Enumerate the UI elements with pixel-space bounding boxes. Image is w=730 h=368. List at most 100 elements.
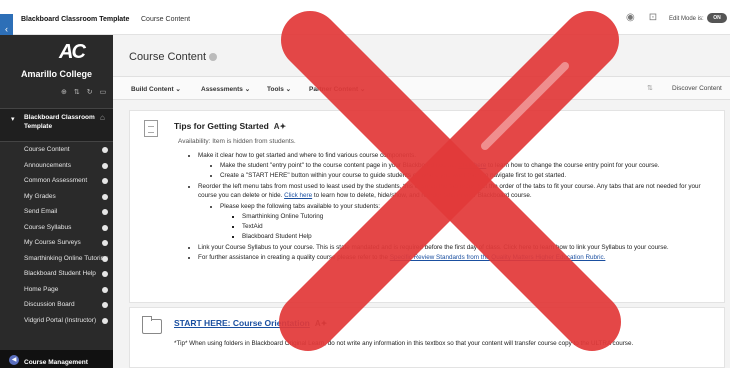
speaker-icon[interactable]: ◀ xyxy=(9,355,19,365)
sidebar-item-smarthinking[interactable]: Smarthinking Online Tutoring xyxy=(0,251,113,267)
content-area: Course Content Build Content ⌄ Assessmen… xyxy=(113,35,730,368)
bullet-text: Link your Course Syllabus to your course… xyxy=(198,243,669,251)
logo-mark: AC xyxy=(59,41,86,63)
sidebar-item-announcements[interactable]: Announcements xyxy=(0,158,113,174)
sidebar-item-label: Blackboard Student Help xyxy=(24,270,96,277)
item-status-icon xyxy=(102,240,108,246)
bullet-text: to learn how to change the course entry … xyxy=(488,162,660,170)
home-icon[interactable]: ⌂ xyxy=(100,113,105,122)
action-bar: Build Content ⌄ Assessments ⌄ Tools ⌄ Pa… xyxy=(113,76,730,100)
list-item: Create a "START HERE" button within your… xyxy=(220,171,715,180)
breadcrumb-course[interactable]: Blackboard Classroom Template xyxy=(21,16,129,23)
item-title[interactable]: START HERE: Course Orientation A✦ xyxy=(174,318,327,328)
sidebar-item-home-page[interactable]: Home Page xyxy=(0,282,113,298)
sidebar-item-my-grades[interactable]: My Grades xyxy=(0,189,113,205)
course-management[interactable]: ◀ Course Management xyxy=(0,350,113,368)
action-label: Tools xyxy=(267,86,284,93)
sidebar-item-label: Send Email xyxy=(24,208,58,215)
availability: Availability: Item is hidden from studen… xyxy=(178,138,296,145)
course-management-label: Course Management xyxy=(24,359,88,366)
item-status-icon xyxy=(102,302,108,308)
sidebar-item-label: Smarthinking Online Tutoring xyxy=(24,254,108,262)
item-title-text: START HERE: Course Orientation xyxy=(174,318,310,328)
course-menu: AC Amarillo College ⊕ ⇅ ↻ ▭ ▾ Blackboard… xyxy=(0,35,113,368)
content-item-tips: Tips for Getting Started A✦ Availability:… xyxy=(129,110,725,303)
list-item: Blackboard Student Help xyxy=(242,232,715,241)
tab-name: Blackboard Student Help xyxy=(242,233,312,241)
sidebar-item-my-course-surveys[interactable]: My Course Surveys xyxy=(0,235,113,251)
college-logo: AC Amarillo College xyxy=(0,35,113,85)
sidebar-item-send-email[interactable]: Send Email xyxy=(0,204,113,220)
availability-label: Availability: xyxy=(178,138,211,145)
info-icon[interactable] xyxy=(209,53,218,62)
page-title: Course Content xyxy=(129,51,218,63)
tab-name: Smarthinking Online Tutoring xyxy=(242,213,324,221)
list-item: TextAid xyxy=(242,222,715,231)
item-status-icon xyxy=(102,178,108,184)
breadcrumb-page[interactable]: Course Content xyxy=(141,16,190,23)
list-item: Link your Course Syllabus to your course… xyxy=(198,243,715,252)
edit-mode-toggle[interactable]: ON xyxy=(707,13,727,23)
sidebar-item-label: My Grades xyxy=(24,192,56,200)
item-status-icon xyxy=(102,162,108,169)
tools-menu[interactable]: Tools ⌄ xyxy=(267,85,291,93)
expand-icon[interactable]: ▭ xyxy=(100,88,107,96)
sidebar-item-label: Discussion Board xyxy=(24,301,75,308)
discover-content-link[interactable]: Discover Content xyxy=(672,85,722,92)
chevron-down-icon: ▾ xyxy=(11,116,15,123)
sidebar-item-label: Course Content xyxy=(24,146,70,153)
sort-icon[interactable]: ⇅ xyxy=(74,88,80,96)
bullet-text: Create a "START HERE" button within your… xyxy=(220,172,567,180)
item-status-icon xyxy=(102,255,108,262)
bullet-text: to learn how to delete, hide/show, and r… xyxy=(313,192,532,200)
partner-content-menu[interactable]: Partner Content ⌄ xyxy=(309,85,365,93)
sidebar-item-label: My Course Surveys xyxy=(24,239,81,246)
list-item: Please keep the following tabs available… xyxy=(220,202,715,242)
item-status-icon xyxy=(102,147,108,153)
ai-assist-icon[interactable]: A✦ xyxy=(274,122,286,131)
sidebar-item-discussion-board[interactable]: Discussion Board xyxy=(0,297,113,313)
rubric-link[interactable]: Specific Review Standards from the Quali… xyxy=(390,254,606,261)
item-status-icon xyxy=(102,193,108,200)
availability-value: Item is hidden from students. xyxy=(212,138,296,145)
sort-items-icon[interactable]: ⇅ xyxy=(647,84,653,92)
list-item: Make the student "entry point" to the co… xyxy=(220,161,715,170)
add-menu-item-icon[interactable]: ⊕ xyxy=(61,88,67,96)
page-title-text: Course Content xyxy=(129,51,207,63)
assessments-menu[interactable]: Assessments ⌄ xyxy=(201,85,250,93)
item-status-icon xyxy=(102,271,108,277)
sidebar-item-label: Home Page xyxy=(24,285,59,293)
list-item: Make it clear how to get started and whe… xyxy=(198,151,715,181)
build-content-menu[interactable]: Build Content ⌄ xyxy=(131,85,181,93)
action-label: Build Content xyxy=(131,86,174,93)
refresh-icon[interactable]: ↻ xyxy=(87,88,93,96)
content-item-start-here: START HERE: Course Orientation A✦ *Tip* W… xyxy=(129,307,725,368)
item-title[interactable]: Tips for Getting Started A✦ xyxy=(174,121,286,131)
sidebar-item-vidgrid[interactable]: Vidgrid Portal (Instructor) xyxy=(0,313,113,329)
edit-mode-label: Edit Mode is: xyxy=(669,16,704,22)
bullet-text: Please keep the following tabs available… xyxy=(220,202,380,210)
bullet-text: For further assistance in creating a qua… xyxy=(198,254,389,262)
bullet-text: Make it clear how to get started and whe… xyxy=(198,151,417,159)
sidebar-item-student-help[interactable]: Blackboard Student Help xyxy=(0,266,113,282)
action-label: Assessments xyxy=(201,86,243,93)
help-link[interactable]: Click here xyxy=(458,162,486,169)
menu-tools: ⊕ ⇅ ↻ ▭ xyxy=(61,88,106,96)
sidebar-item-common-assessment[interactable]: Common Assessment xyxy=(0,173,113,189)
item-description: Make it clear how to get started and whe… xyxy=(190,150,715,263)
lock-icon[interactable]: ⊡ xyxy=(649,12,657,23)
ai-assist-icon[interactable]: A✦ xyxy=(315,319,327,328)
sidebar-item-label: Vidgrid Portal (Instructor) xyxy=(24,316,97,324)
bullet-text: Make the student "entry point" to the co… xyxy=(220,162,457,170)
item-description: *Tip* When using folders in Blackboard O… xyxy=(174,340,634,347)
course-title[interactable]: ▾ Blackboard Classroom Template ⌂ xyxy=(0,108,113,142)
list-item: Smarthinking Online Tutoring xyxy=(242,212,715,221)
logo-text: Amarillo College xyxy=(20,69,92,79)
sidebar-item-label: Common Assessment xyxy=(24,177,88,184)
menu-list: Course Content Announcements Common Asse… xyxy=(0,142,113,328)
sidebar-item-course-syllabus[interactable]: Course Syllabus xyxy=(0,220,113,236)
student-preview-icon[interactable]: ◉ xyxy=(626,12,635,23)
top-icons: ◉ ⊡ xyxy=(626,12,657,23)
sidebar-item-course-content[interactable]: Course Content xyxy=(0,142,113,158)
help-link[interactable]: Click here xyxy=(284,192,312,199)
